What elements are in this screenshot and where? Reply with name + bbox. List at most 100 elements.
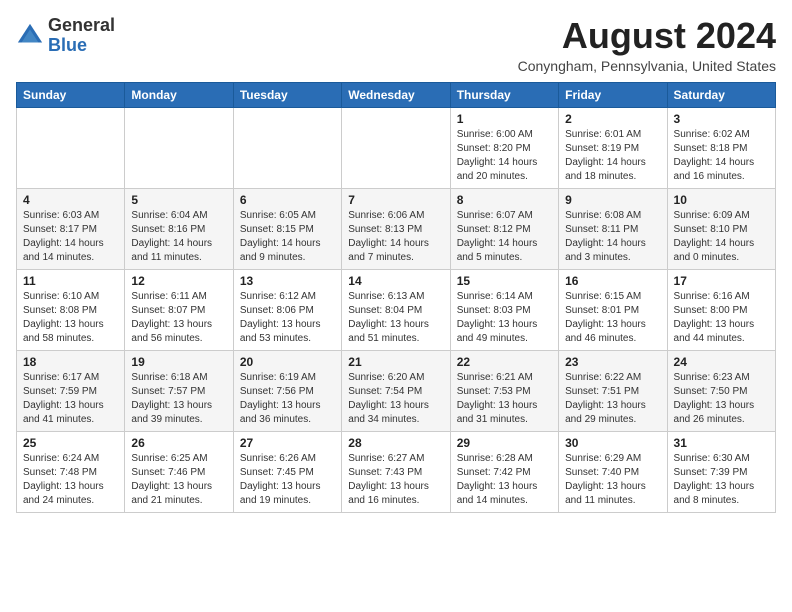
calendar-cell: 24 Sunrise: 6:23 AM Sunset: 7:50 PM Dayli… [667, 350, 775, 431]
day-info: Sunrise: 6:09 AM Sunset: 8:10 PM Dayligh… [674, 209, 769, 265]
calendar-header-row: SundayMondayTuesdayWednesdayThursdayFrid… [17, 82, 776, 107]
day-number: 19 [131, 355, 226, 369]
column-header-monday: Monday [125, 82, 233, 107]
day-info: Sunrise: 6:15 AM Sunset: 8:01 PM Dayligh… [565, 290, 660, 346]
calendar-cell: 7 Sunrise: 6:06 AM Sunset: 8:13 PM Daylig… [342, 188, 450, 269]
calendar-cell: 2 Sunrise: 6:01 AM Sunset: 8:19 PM Daylig… [559, 107, 667, 188]
day-number: 21 [348, 355, 443, 369]
logo-icon [16, 22, 44, 50]
day-info: Sunrise: 6:21 AM Sunset: 7:53 PM Dayligh… [457, 371, 552, 427]
column-header-friday: Friday [559, 82, 667, 107]
day-number: 13 [240, 274, 335, 288]
logo-blue-text: Blue [48, 35, 87, 55]
day-info: Sunrise: 6:11 AM Sunset: 8:07 PM Dayligh… [131, 290, 226, 346]
day-number: 14 [348, 274, 443, 288]
calendar-cell [233, 107, 341, 188]
day-number: 24 [674, 355, 769, 369]
day-number: 7 [348, 193, 443, 207]
location-subtitle: Conyngham, Pennsylvania, United States [518, 58, 776, 74]
column-header-sunday: Sunday [17, 82, 125, 107]
day-info: Sunrise: 6:30 AM Sunset: 7:39 PM Dayligh… [674, 452, 769, 508]
calendar-cell: 31Sunrise: 6:30 AM Sunset: 7:39 PM Dayli… [667, 431, 775, 512]
calendar-cell: 29Sunrise: 6:28 AM Sunset: 7:42 PM Dayli… [450, 431, 558, 512]
day-info: Sunrise: 6:00 AM Sunset: 8:20 PM Dayligh… [457, 128, 552, 184]
day-info: Sunrise: 6:08 AM Sunset: 8:11 PM Dayligh… [565, 209, 660, 265]
calendar-week-row: 4 Sunrise: 6:03 AM Sunset: 8:17 PM Daylig… [17, 188, 776, 269]
day-info: Sunrise: 6:04 AM Sunset: 8:16 PM Dayligh… [131, 209, 226, 265]
day-number: 17 [674, 274, 769, 288]
day-info: Sunrise: 6:05 AM Sunset: 8:15 PM Dayligh… [240, 209, 335, 265]
day-number: 2 [565, 112, 660, 126]
calendar-cell: 18Sunrise: 6:17 AM Sunset: 7:59 PM Dayli… [17, 350, 125, 431]
day-info: Sunrise: 6:24 AM Sunset: 7:48 PM Dayligh… [23, 452, 118, 508]
day-number: 11 [23, 274, 118, 288]
day-number: 20 [240, 355, 335, 369]
day-number: 15 [457, 274, 552, 288]
day-number: 22 [457, 355, 552, 369]
column-header-wednesday: Wednesday [342, 82, 450, 107]
calendar-cell: 28 Sunrise: 6:27 AM Sunset: 7:43 PM Dayli… [342, 431, 450, 512]
day-info: Sunrise: 6:20 AM Sunset: 7:54 PM Dayligh… [348, 371, 443, 427]
calendar-cell: 30Sunrise: 6:29 AM Sunset: 7:40 PM Dayli… [559, 431, 667, 512]
day-number: 16 [565, 274, 660, 288]
day-info: Sunrise: 6:12 AM Sunset: 8:06 PM Dayligh… [240, 290, 335, 346]
day-info: Sunrise: 6:10 AM Sunset: 8:08 PM Dayligh… [23, 290, 118, 346]
calendar-cell: 17 Sunrise: 6:16 AM Sunset: 8:00 PM Dayli… [667, 269, 775, 350]
day-info: Sunrise: 6:07 AM Sunset: 8:12 PM Dayligh… [457, 209, 552, 265]
calendar-week-row: 18Sunrise: 6:17 AM Sunset: 7:59 PM Dayli… [17, 350, 776, 431]
column-header-thursday: Thursday [450, 82, 558, 107]
calendar-week-row: 11 Sunrise: 6:10 AM Sunset: 8:08 PM Dayli… [17, 269, 776, 350]
column-header-tuesday: Tuesday [233, 82, 341, 107]
day-number: 4 [23, 193, 118, 207]
day-info: Sunrise: 6:16 AM Sunset: 8:00 PM Dayligh… [674, 290, 769, 346]
day-info: Sunrise: 6:27 AM Sunset: 7:43 PM Dayligh… [348, 452, 443, 508]
calendar-cell [342, 107, 450, 188]
day-number: 8 [457, 193, 552, 207]
day-number: 3 [674, 112, 769, 126]
calendar-cell [125, 107, 233, 188]
logo: General Blue [16, 16, 115, 56]
day-number: 5 [131, 193, 226, 207]
calendar-cell: 8 Sunrise: 6:07 AM Sunset: 8:12 PM Daylig… [450, 188, 558, 269]
day-number: 12 [131, 274, 226, 288]
page-header: General Blue August 2024 Conyngham, Penn… [16, 16, 776, 74]
logo-general-text: General [48, 15, 115, 35]
calendar-cell: 11 Sunrise: 6:10 AM Sunset: 8:08 PM Dayli… [17, 269, 125, 350]
calendar-cell: 3 Sunrise: 6:02 AM Sunset: 8:18 PM Daylig… [667, 107, 775, 188]
day-number: 29 [457, 436, 552, 450]
calendar-week-row: 25 Sunrise: 6:24 AM Sunset: 7:48 PM Dayli… [17, 431, 776, 512]
day-number: 9 [565, 193, 660, 207]
day-info: Sunrise: 6:26 AM Sunset: 7:45 PM Dayligh… [240, 452, 335, 508]
day-number: 30 [565, 436, 660, 450]
column-header-saturday: Saturday [667, 82, 775, 107]
day-info: Sunrise: 6:01 AM Sunset: 8:19 PM Dayligh… [565, 128, 660, 184]
title-block: August 2024 Conyngham, Pennsylvania, Uni… [518, 16, 776, 74]
day-info: Sunrise: 6:22 AM Sunset: 7:51 PM Dayligh… [565, 371, 660, 427]
day-number: 1 [457, 112, 552, 126]
calendar-cell: 21 Sunrise: 6:20 AM Sunset: 7:54 PM Dayli… [342, 350, 450, 431]
calendar-week-row: 1 Sunrise: 6:00 AM Sunset: 8:20 PM Daylig… [17, 107, 776, 188]
calendar-cell: 9 Sunrise: 6:08 AM Sunset: 8:11 PM Daylig… [559, 188, 667, 269]
day-info: Sunrise: 6:03 AM Sunset: 8:17 PM Dayligh… [23, 209, 118, 265]
day-number: 28 [348, 436, 443, 450]
day-info: Sunrise: 6:18 AM Sunset: 7:57 PM Dayligh… [131, 371, 226, 427]
day-number: 25 [23, 436, 118, 450]
calendar-cell: 1 Sunrise: 6:00 AM Sunset: 8:20 PM Daylig… [450, 107, 558, 188]
calendar-cell: 13 Sunrise: 6:12 AM Sunset: 8:06 PM Dayli… [233, 269, 341, 350]
calendar-cell: 10 Sunrise: 6:09 AM Sunset: 8:10 PM Dayli… [667, 188, 775, 269]
day-info: Sunrise: 6:13 AM Sunset: 8:04 PM Dayligh… [348, 290, 443, 346]
day-info: Sunrise: 6:06 AM Sunset: 8:13 PM Dayligh… [348, 209, 443, 265]
calendar-cell: 14 Sunrise: 6:13 AM Sunset: 8:04 PM Dayli… [342, 269, 450, 350]
calendar-cell: 19 Sunrise: 6:18 AM Sunset: 7:57 PM Dayli… [125, 350, 233, 431]
day-number: 10 [674, 193, 769, 207]
calendar-cell: 6 Sunrise: 6:05 AM Sunset: 8:15 PM Daylig… [233, 188, 341, 269]
calendar-cell: 23 Sunrise: 6:22 AM Sunset: 7:51 PM Dayli… [559, 350, 667, 431]
calendar-cell: 4 Sunrise: 6:03 AM Sunset: 8:17 PM Daylig… [17, 188, 125, 269]
day-number: 6 [240, 193, 335, 207]
day-info: Sunrise: 6:23 AM Sunset: 7:50 PM Dayligh… [674, 371, 769, 427]
day-number: 23 [565, 355, 660, 369]
month-year-title: August 2024 [518, 16, 776, 56]
calendar-cell [17, 107, 125, 188]
calendar-table: SundayMondayTuesdayWednesdayThursdayFrid… [16, 82, 776, 513]
day-info: Sunrise: 6:02 AM Sunset: 8:18 PM Dayligh… [674, 128, 769, 184]
